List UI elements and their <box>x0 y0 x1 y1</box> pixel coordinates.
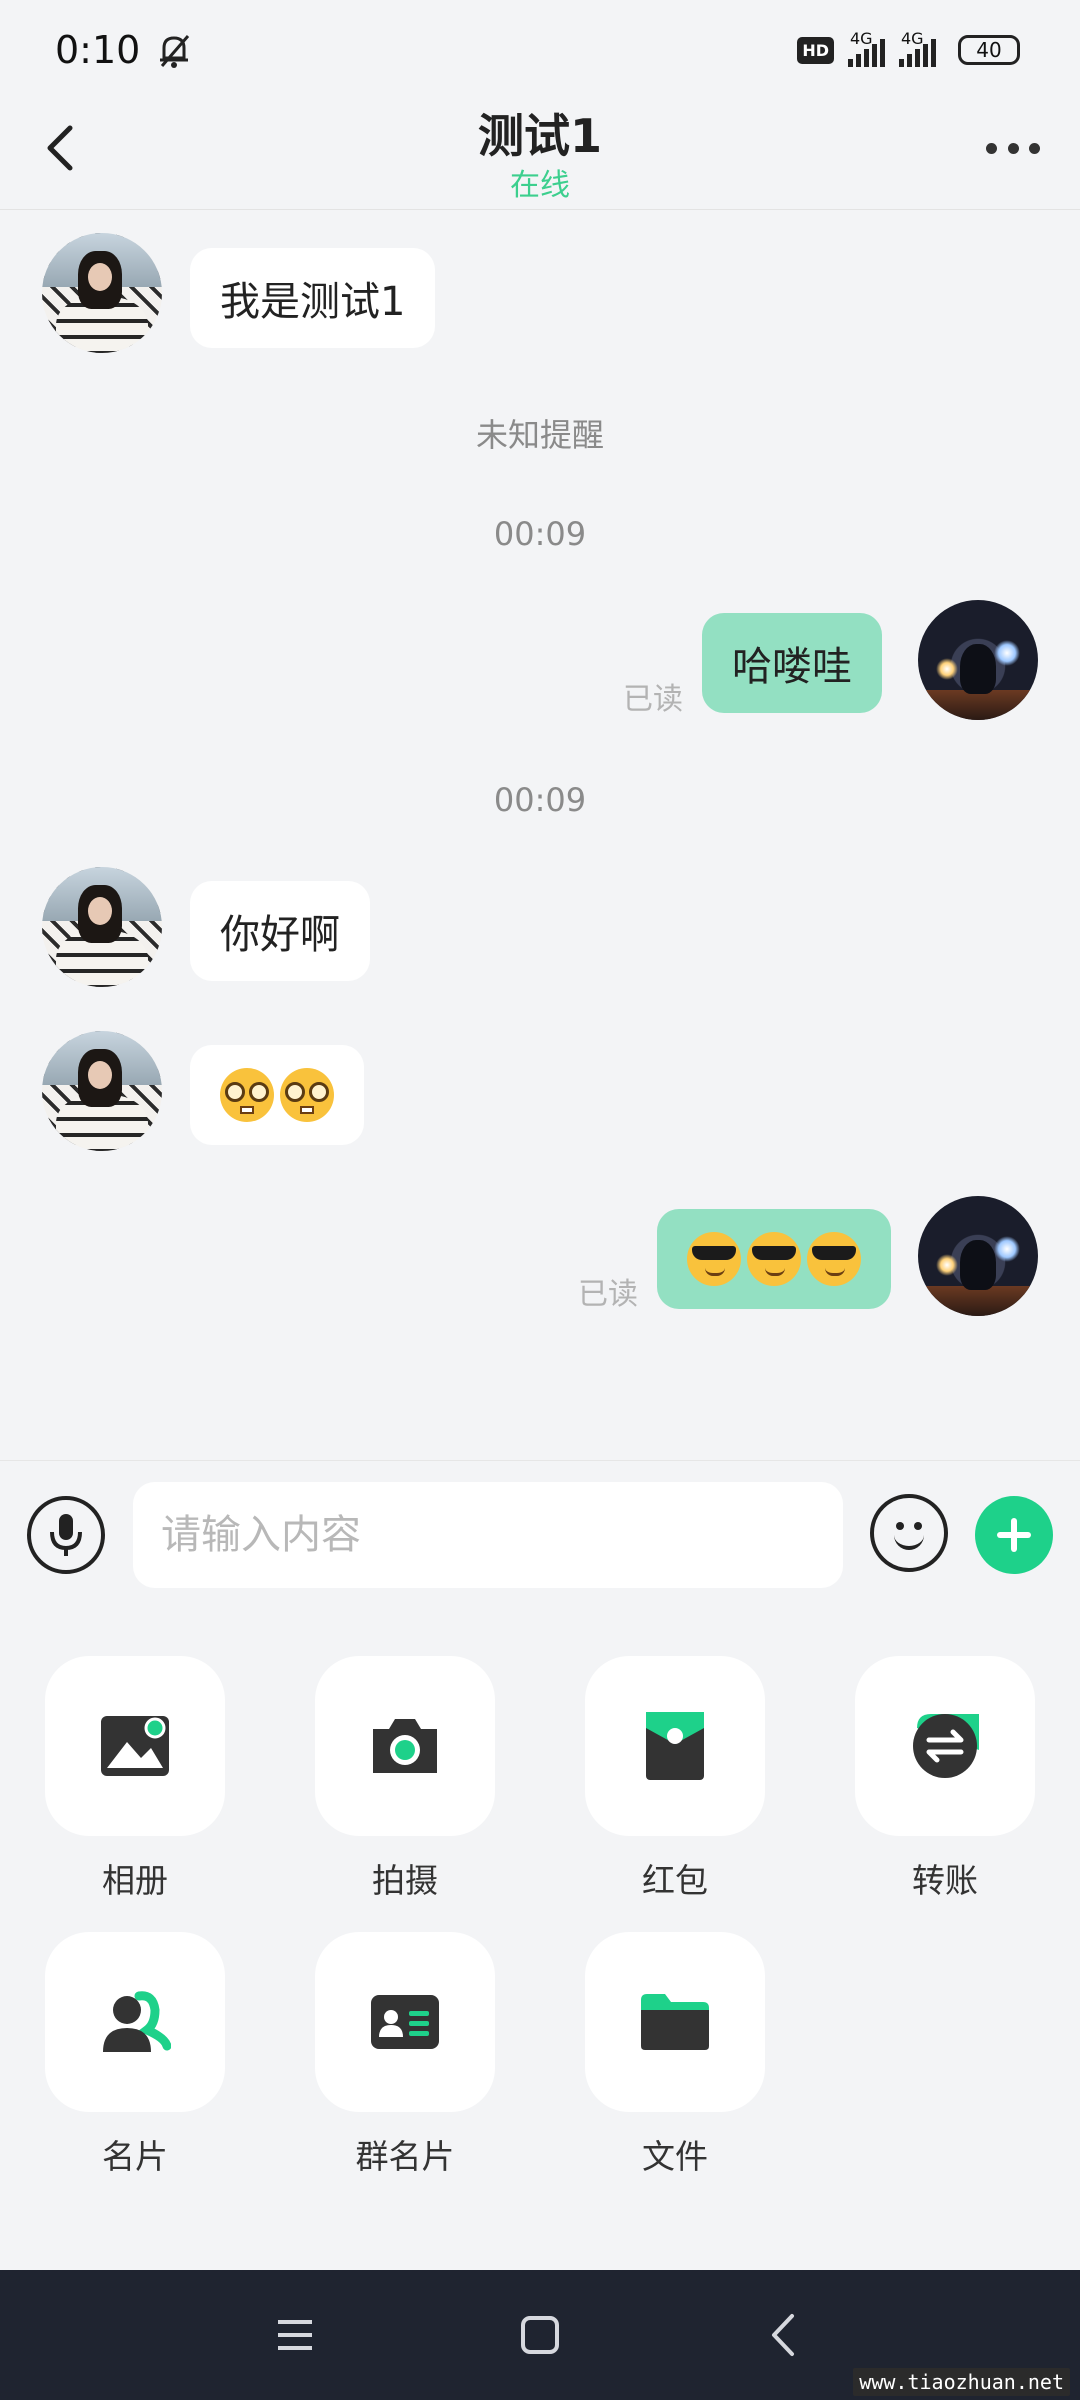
more-icon[interactable] <box>986 138 1040 158</box>
chat-header: 测试1 在线 <box>0 100 1080 210</box>
read-receipt: 已读 <box>623 682 683 717</box>
network-label-2: 4G <box>901 29 924 48</box>
hd-badge: HD <box>797 36 834 64</box>
status-bar: 0:10 HD 4G 4G 40 <box>0 0 1080 100</box>
network-label-1: 4G <box>850 29 873 48</box>
tool-label: 名片 <box>102 2137 168 2176</box>
tool-camera[interactable]: 拍摄 <box>315 1656 495 1902</box>
home-icon[interactable] <box>515 2310 565 2360</box>
watermark: www.tiaozhuan.net <box>853 2368 1070 2396</box>
emoji-icon[interactable] <box>870 1494 948 1572</box>
more-panel: 相册 拍摄 红包 转账 名片 群名片 文件 <box>0 1610 1080 2270</box>
message-bubble-received[interactable]: 你好啊 <box>190 881 370 981</box>
tool-file[interactable]: 文件 <box>585 1932 765 2178</box>
contact-card-icon <box>103 1991 171 2052</box>
message-bubble-sent-emoji[interactable] <box>657 1209 891 1309</box>
group-card-tile[interactable] <box>315 1932 495 2112</box>
tool-card[interactable]: 名片 <box>45 1932 225 2178</box>
contact-avatar[interactable] <box>42 867 162 987</box>
sunglasses-face-icon <box>747 1232 801 1286</box>
message-bubble-sent[interactable]: 哈喽哇 <box>702 613 882 713</box>
transfer-tile[interactable] <box>855 1656 1035 1836</box>
tool-transfer[interactable]: 转账 <box>855 1656 1035 1902</box>
my-avatar[interactable] <box>918 600 1038 720</box>
tool-label: 转账 <box>912 1861 978 1900</box>
battery-level: 40 <box>976 38 1002 62</box>
contact-avatar[interactable] <box>42 1031 162 1151</box>
message-text: 哈喽哇 <box>732 644 852 690</box>
message-bubble-received-emoji[interactable] <box>190 1045 364 1145</box>
message-text: 我是测试1 <box>220 279 406 325</box>
timestamp: 00:09 <box>493 515 587 553</box>
page-title: 测试1 <box>477 109 602 163</box>
album-tile[interactable] <box>45 1656 225 1836</box>
red-packet-icon <box>646 1712 704 1780</box>
tool-label: 文件 <box>642 2137 708 2176</box>
online-status: 在线 <box>510 168 570 203</box>
status-time: 0:10 <box>55 28 141 72</box>
chat-area[interactable]: 我是测试1 未知提醒 00:09 已读 哈喽哇 00:09 你好啊 已读 <box>0 211 1080 1460</box>
system-notice: 未知提醒 <box>475 416 604 454</box>
card-tile[interactable] <box>45 1932 225 2112</box>
back-nav-icon[interactable] <box>760 2310 810 2360</box>
sunglasses-face-icon <box>687 1232 741 1286</box>
microphone-icon[interactable] <box>27 1496 105 1574</box>
file-tile[interactable] <box>585 1932 765 2112</box>
nerd-face-icon <box>280 1068 334 1122</box>
tool-group-card[interactable]: 群名片 <box>315 1932 495 2178</box>
bell-muted-icon <box>160 35 190 68</box>
transfer-icon <box>913 1714 979 1778</box>
message-text: 你好啊 <box>220 912 340 958</box>
camera-tile[interactable] <box>315 1656 495 1836</box>
signal-icon-2: 4G <box>899 29 936 67</box>
folder-icon <box>641 1994 709 2050</box>
plus-icon[interactable] <box>975 1496 1053 1574</box>
tool-label: 拍摄 <box>372 1861 438 1900</box>
red-packet-tile[interactable] <box>585 1656 765 1836</box>
tool-label: 红包 <box>642 1861 708 1900</box>
sunglasses-face-icon <box>807 1232 861 1286</box>
signal-icon: 4G <box>848 29 885 67</box>
message-input[interactable] <box>133 1482 843 1588</box>
my-avatar[interactable] <box>918 1196 1038 1316</box>
tool-red-packet[interactable]: 红包 <box>585 1656 765 1902</box>
image-icon <box>101 1716 169 1776</box>
camera-icon <box>373 1719 437 1773</box>
status-left: 0:10 <box>55 28 194 72</box>
input-bar <box>0 1460 1080 1610</box>
tool-label: 相册 <box>102 1861 168 1900</box>
tool-label: 群名片 <box>355 2137 455 2176</box>
microphone-glyph-icon <box>50 1514 82 1556</box>
tool-album[interactable]: 相册 <box>45 1656 225 1902</box>
read-receipt: 已读 <box>578 1277 638 1312</box>
status-right: HD 4G 4G 40 <box>797 29 1020 67</box>
system-nav-bar: www.tiaozhuan.net <box>0 2270 1080 2400</box>
battery-icon: 40 <box>958 35 1020 65</box>
id-card-icon <box>371 1995 439 2049</box>
nerd-face-icon <box>220 1068 274 1122</box>
timestamp: 00:09 <box>493 781 587 819</box>
message-bubble-received[interactable]: 我是测试1 <box>190 248 436 348</box>
contact-avatar[interactable] <box>42 233 162 353</box>
menu-icon[interactable] <box>270 2310 320 2360</box>
